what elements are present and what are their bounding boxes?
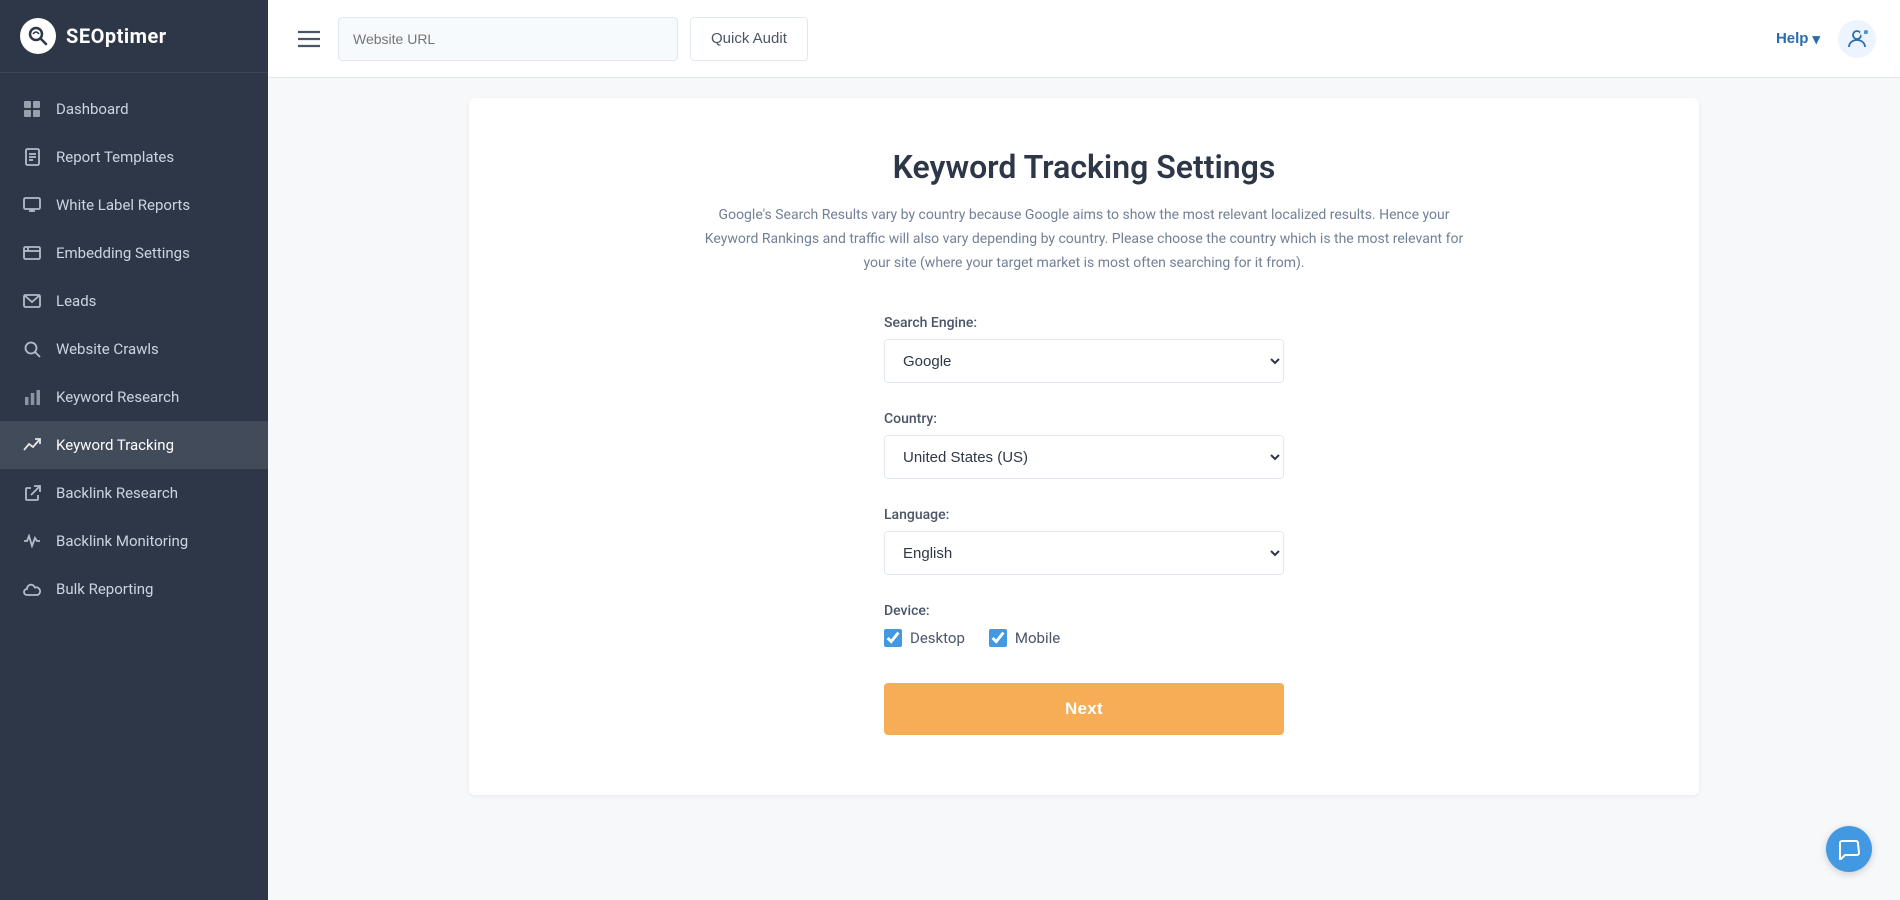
search-engine-label: Search Engine: [884, 315, 1284, 331]
sidebar: SEOptimer Dashboard [0, 0, 268, 900]
country-label: Country: [884, 411, 1284, 427]
device-mobile-label: Mobile [1015, 629, 1060, 647]
chat-bubble-button[interactable] [1826, 826, 1872, 872]
sidebar-item-leads-label: Leads [56, 292, 96, 310]
country-group: Country: United States (US) United Kingd… [884, 411, 1284, 479]
logo-text: SEOptimer [66, 24, 167, 48]
user-avatar[interactable] [1838, 20, 1876, 58]
device-options: Desktop Mobile [884, 629, 1284, 647]
quick-audit-button[interactable]: Quick Audit [690, 17, 808, 61]
device-mobile-checkbox[interactable] [989, 629, 1007, 647]
grid-icon [22, 99, 42, 119]
search-icon [22, 339, 42, 359]
sidebar-item-backlink-research[interactable]: Backlink Research [0, 469, 268, 517]
cloud-icon [22, 579, 42, 599]
monitor-icon [22, 195, 42, 215]
topbar: Quick Audit Help ▾ [268, 0, 1900, 78]
sidebar-item-website-crawls-label: Website Crawls [56, 340, 159, 358]
sidebar-navigation: Dashboard Report Templates [0, 73, 268, 900]
trending-up-icon [22, 435, 42, 455]
sidebar-item-backlink-research-label: Backlink Research [56, 484, 178, 502]
page-subtitle: Google's Search Results vary by country … [704, 204, 1464, 275]
sidebar-item-leads[interactable]: Leads [0, 277, 268, 325]
help-chevron-icon: ▾ [1812, 30, 1820, 48]
sidebar-item-keyword-tracking-label: Keyword Tracking [56, 436, 174, 454]
sidebar-item-embedding-settings-label: Embedding Settings [56, 244, 190, 262]
sidebar-logo[interactable]: SEOptimer [0, 0, 268, 73]
sidebar-item-keyword-tracking[interactable]: Keyword Tracking [0, 421, 268, 469]
next-button[interactable]: Next [884, 683, 1284, 735]
hamburger-button[interactable] [292, 24, 326, 54]
help-button[interactable]: Help ▾ [1776, 30, 1820, 48]
sidebar-item-backlink-monitoring-label: Backlink Monitoring [56, 532, 188, 550]
logo-icon [20, 18, 56, 54]
sidebar-item-dashboard[interactable]: Dashboard [0, 85, 268, 133]
sidebar-item-white-label-reports[interactable]: White Label Reports [0, 181, 268, 229]
language-group: Language: English Spanish French German … [884, 507, 1284, 575]
activity-icon [22, 531, 42, 551]
device-mobile-option[interactable]: Mobile [989, 629, 1060, 647]
country-select[interactable]: United States (US) United Kingdom (UK) A… [884, 435, 1284, 479]
sidebar-item-report-templates[interactable]: Report Templates [0, 133, 268, 181]
file-text-icon [22, 147, 42, 167]
device-desktop-option[interactable]: Desktop [884, 629, 965, 647]
search-engine-group: Search Engine: Google Bing Yahoo [884, 315, 1284, 383]
page-title: Keyword Tracking Settings [529, 148, 1639, 186]
topbar-right: Help ▾ [1776, 20, 1876, 58]
sidebar-item-website-crawls[interactable]: Website Crawls [0, 325, 268, 373]
language-select[interactable]: English Spanish French German Portuguese [884, 531, 1284, 575]
sidebar-item-white-label-reports-label: White Label Reports [56, 196, 190, 214]
sidebar-item-keyword-research[interactable]: Keyword Research [0, 373, 268, 421]
external-link-icon [22, 483, 42, 503]
device-desktop-label: Desktop [910, 629, 965, 647]
device-desktop-checkbox[interactable] [884, 629, 902, 647]
device-label: Device: [884, 603, 1284, 619]
sidebar-item-report-templates-label: Report Templates [56, 148, 174, 166]
sidebar-item-embedding-settings[interactable]: Embedding Settings [0, 229, 268, 277]
sidebar-item-dashboard-label: Dashboard [56, 100, 129, 118]
sidebar-item-keyword-research-label: Keyword Research [56, 388, 179, 406]
search-engine-select[interactable]: Google Bing Yahoo [884, 339, 1284, 383]
main-content: Keyword Tracking Settings Google's Searc… [268, 78, 1900, 900]
embedding-icon [22, 243, 42, 263]
mail-icon [22, 291, 42, 311]
sidebar-item-backlink-monitoring[interactable]: Backlink Monitoring [0, 517, 268, 565]
language-label: Language: [884, 507, 1284, 523]
settings-card: Keyword Tracking Settings Google's Searc… [469, 98, 1699, 795]
device-group: Device: Desktop Mobile [884, 603, 1284, 647]
sidebar-item-bulk-reporting-label: Bulk Reporting [56, 580, 153, 598]
bar-chart-icon [22, 387, 42, 407]
help-label: Help [1776, 30, 1809, 47]
sidebar-item-bulk-reporting[interactable]: Bulk Reporting [0, 565, 268, 613]
website-url-input[interactable] [338, 17, 678, 61]
